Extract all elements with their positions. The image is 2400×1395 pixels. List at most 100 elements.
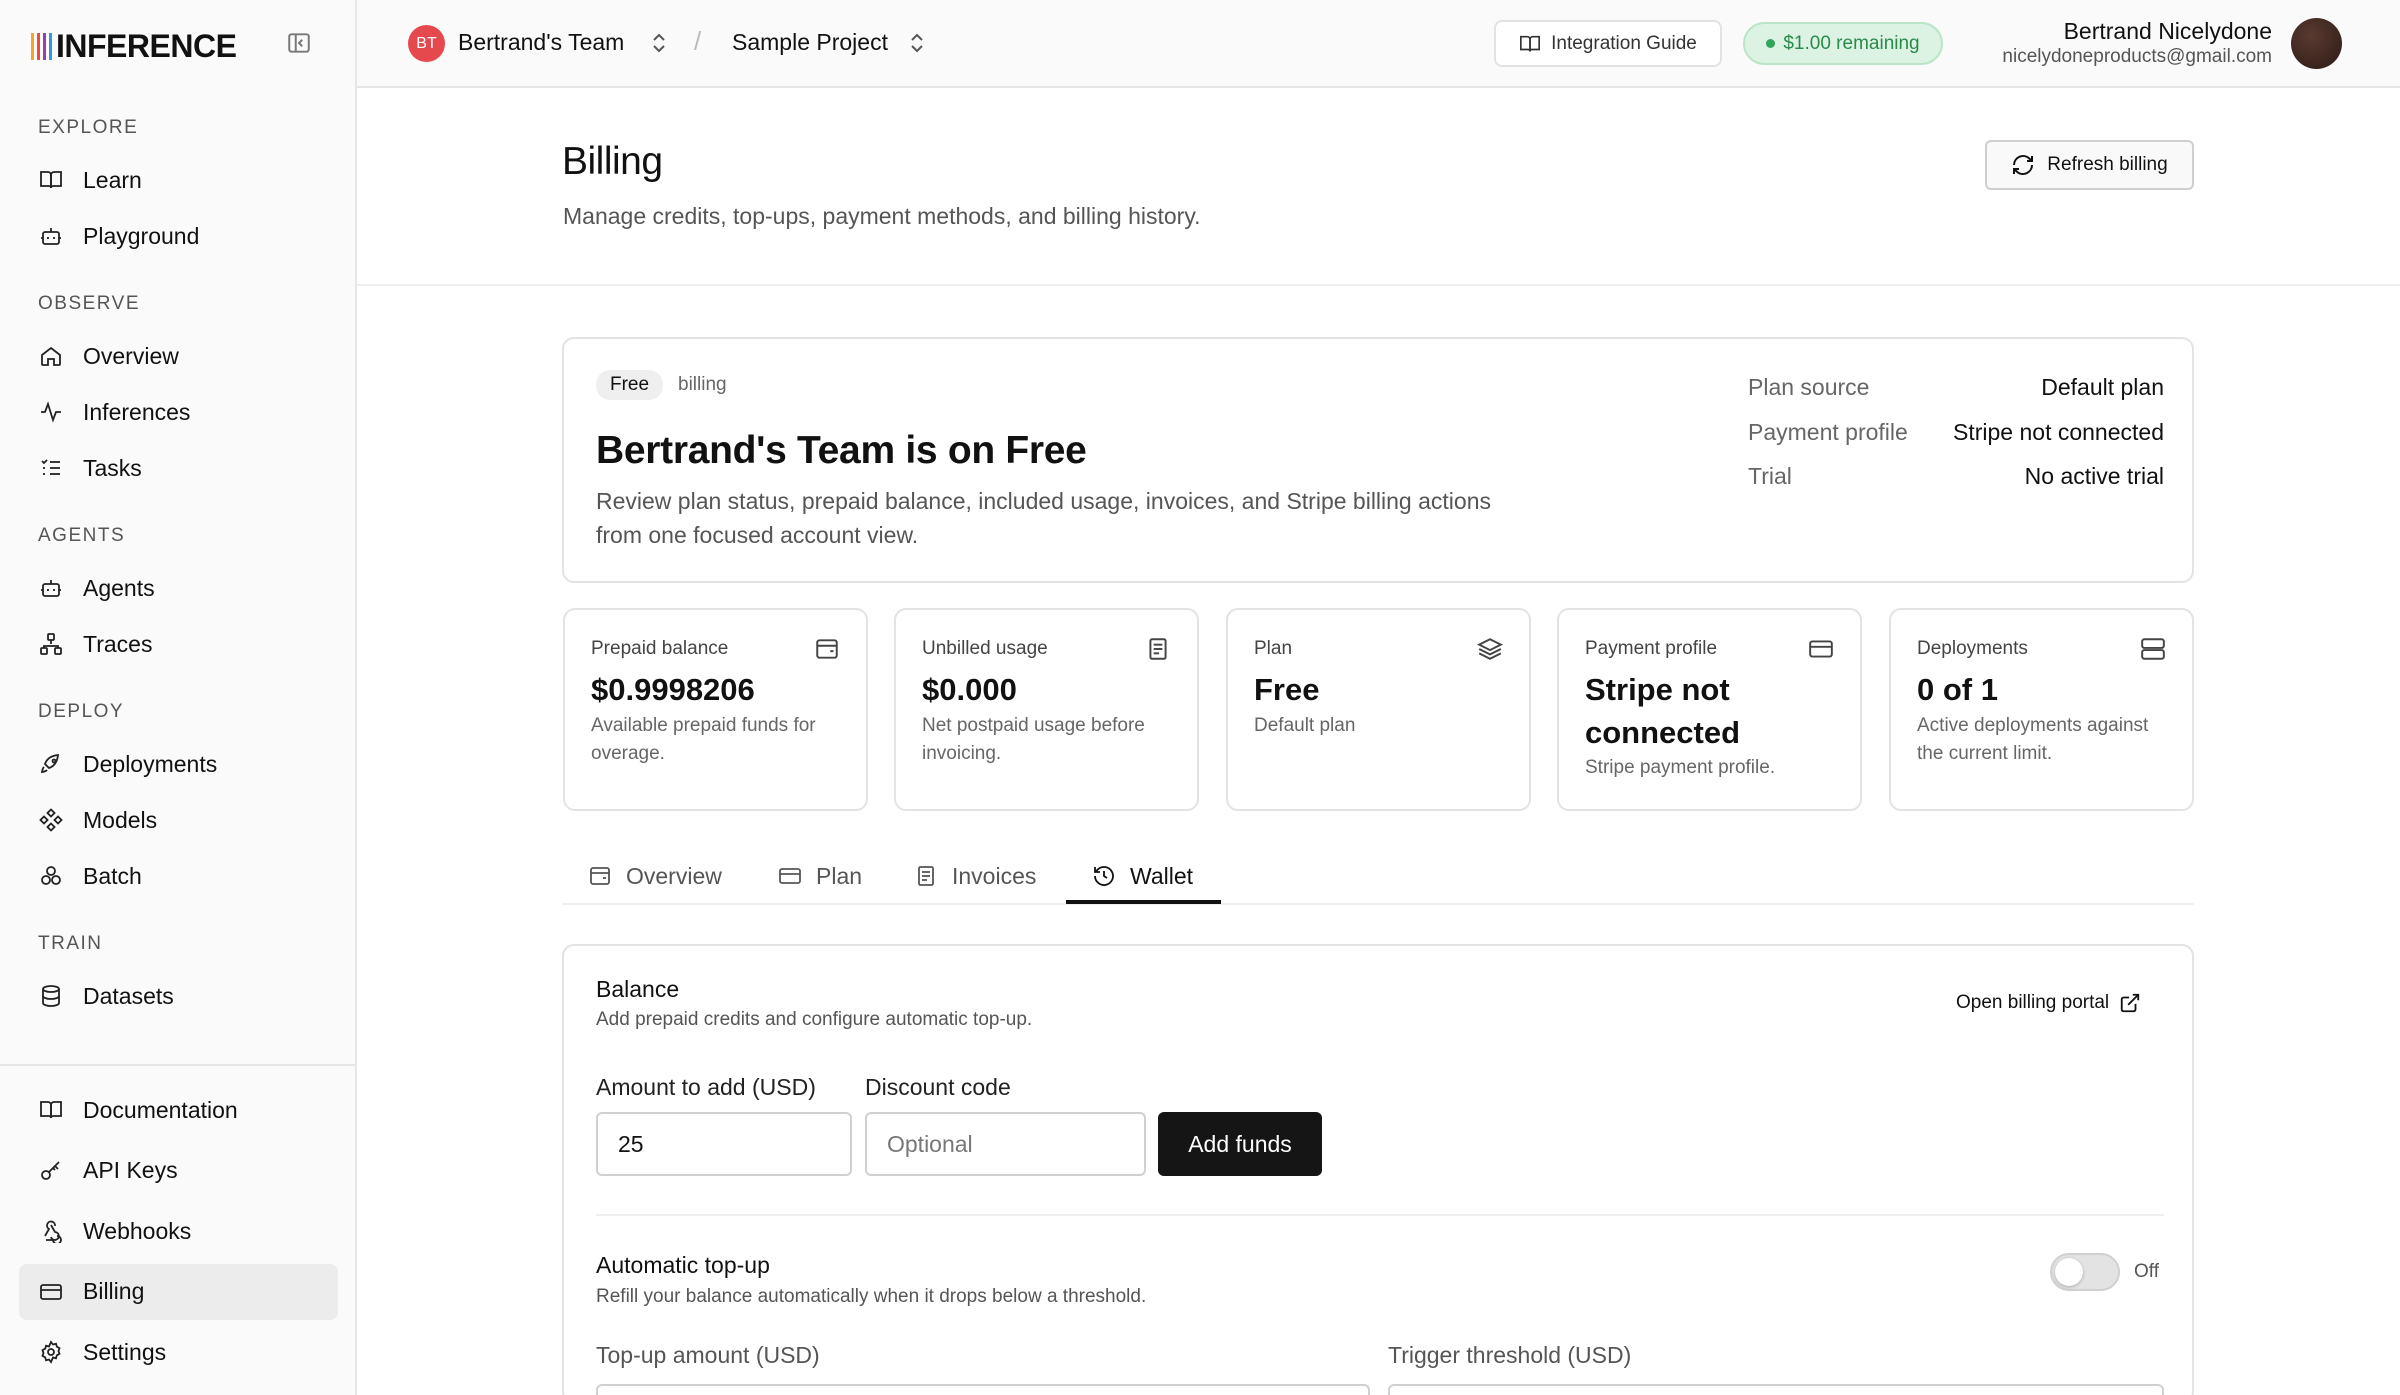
stat-label: Deployments [1917,638,2028,659]
balance-subtitle: Add prepaid credits and configure automa… [596,1009,1033,1030]
status-dot-icon [1766,39,1776,48]
chevrons-up-down-icon[interactable] [908,30,926,56]
sidebar-item-playground[interactable]: Playground [19,208,338,264]
section-label-observe: OBSERVE [38,293,141,314]
sidebar-item-traces[interactable]: Traces [19,616,338,672]
stat-value: Free [1254,672,1320,707]
sidebar-item-documentation[interactable]: Documentation [19,1082,338,1138]
add-funds-button[interactable]: Add funds [1158,1112,1322,1176]
topbar: BT Bertrand's Team / Sample Project Inte… [357,0,2400,88]
tab-wallet[interactable]: Wallet [1092,847,1193,905]
book-open-icon [1519,33,1541,55]
bot-icon [38,223,64,249]
tab-label: Plan [816,862,863,889]
divider [596,1214,2164,1216]
stat-card-plan: Plan Free Default plan [1226,608,1531,811]
tab-label: Invoices [952,862,1037,889]
sidebar-item-label: Webhooks [83,1217,192,1244]
sidebar-nav: EXPLORE Learn Playground OBSERVE Overvie… [0,100,357,1024]
auto-topup-state: Off [2134,1261,2159,1282]
user-name: Bertrand Nicelydone [2063,18,2272,44]
sidebar-item-learn[interactable]: Learn [19,152,338,208]
topup-amount-input[interactable] [596,1384,1370,1395]
nodes-icon [38,807,64,833]
sidebar-item-tasks[interactable]: Tasks [19,440,338,496]
layers-icon [1477,636,1503,662]
sidebar-item-label: Overview [83,342,179,369]
billing-tabs: Overview Plan Invoices Wallet [562,847,2194,905]
sidebar-item-label: Playground [83,222,200,249]
auto-topup-toggle[interactable] [2050,1253,2120,1291]
refresh-billing-button[interactable]: Refresh billing [1985,140,2194,190]
tab-label: Wallet [1130,862,1194,889]
stat-label: Unbilled usage [922,638,1048,659]
sidebar-item-settings[interactable]: Settings [19,1324,338,1380]
plan-detail-row: Payment profile Stripe not connected [1748,419,2164,446]
gear-icon [38,1339,64,1365]
sidebar-item-label: Traces [83,630,153,657]
section-label-explore: EXPLORE [38,117,139,138]
amount-input[interactable]: 25 [596,1112,852,1176]
sidebar-item-deployments[interactable]: Deployments [19,736,338,792]
toggle-knob [2055,1258,2083,1286]
sidebar-item-batch[interactable]: Batch [19,848,338,904]
database-icon [38,983,64,1009]
sidebar-item-inferences[interactable]: Inferences [19,384,338,440]
sidebar-item-agents[interactable]: Agents [19,560,338,616]
stat-value: $0.000 [922,672,1017,707]
sidebar-item-label: Documentation [83,1096,238,1123]
open-billing-portal-link[interactable]: Open billing portal [1956,992,2141,1014]
sidebar-item-overview[interactable]: Overview [19,328,338,384]
auto-topup-title: Automatic top-up [596,1252,770,1278]
stat-card-payment-profile: Payment profile Stripe not connected Str… [1557,608,1862,811]
project-switcher[interactable]: Sample Project [732,29,888,56]
sidebar-item-label: Datasets [83,982,174,1009]
sidebar-item-label: Agents [83,574,155,601]
plan-summary-card: Free billing Bertrand's Team is on Free … [562,337,2194,583]
plan-description: Review plan status, prepaid balance, inc… [596,488,1491,548]
logo[interactable]: INFERENCE [31,28,237,65]
server-icon [2140,636,2166,662]
credit-card-icon [38,1279,64,1305]
stat-value: 0 of 1 [1917,672,1998,707]
tab-overview[interactable]: Overview [588,847,722,905]
open-billing-portal-label: Open billing portal [1956,992,2110,1013]
stat-description: Default plan [1254,715,1356,736]
chevrons-up-down-icon[interactable] [650,30,668,56]
sidebar-item-billing[interactable]: Billing [19,1263,338,1320]
sidebar-collapse-icon[interactable] [286,30,316,60]
plan-title: Bertrand's Team is on Free [596,429,1087,472]
section-label-deploy: DEPLOY [38,701,125,722]
sidebar-item-datasets[interactable]: Datasets [19,968,338,1024]
refresh-billing-label: Refresh billing [2047,154,2168,175]
credits-badge: $1.00 remaining [1743,22,1943,65]
logo-mark [31,33,52,60]
stat-value: Stripe not connected [1585,672,1741,750]
balance-title: Balance [596,976,680,1002]
rocket-icon [38,751,64,777]
tab-plan[interactable]: Plan [778,847,862,905]
receipt-icon [1145,636,1171,662]
discount-code-input[interactable]: Optional [865,1112,1146,1176]
stat-card-prepaid-balance: Prepaid balance $0.9998206 Available pre… [563,608,868,811]
book-icon [38,167,64,193]
sidebar-item-label: Tasks [83,454,142,481]
sidebar-item-webhooks[interactable]: Webhooks [19,1203,338,1259]
avatar[interactable] [2291,18,2342,69]
trigger-threshold-input[interactable] [1388,1384,2164,1395]
tab-invoices[interactable]: Invoices [914,847,1036,905]
logo-text: INFERENCE [56,28,237,64]
breadcrumb-separator: / [694,26,702,56]
team-switcher[interactable]: Bertrand's Team [458,29,624,56]
team-avatar: BT [408,25,445,62]
sidebar-footer-nav: Documentation API Keys Webhooks Billing … [0,1064,357,1385]
list-check-icon [38,455,64,481]
sidebar-item-api-keys[interactable]: API Keys [19,1143,338,1199]
auto-topup-subtitle: Refill your balance automatically when i… [596,1286,1147,1307]
sidebar-item-models[interactable]: Models [19,792,338,848]
plan-detail-value: Stripe not connected [1953,419,2164,445]
stat-description: Stripe payment profile. [1585,757,1776,778]
activity-icon [38,399,64,425]
integration-guide-button[interactable]: Integration Guide [1494,20,1722,67]
plan-detail-key: Plan source [1748,374,1870,400]
